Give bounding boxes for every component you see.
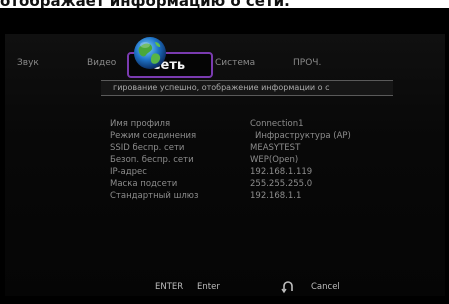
footer-hints: ENTER Enter Cancel xyxy=(5,280,445,294)
tab-system[interactable]: Система xyxy=(215,58,255,68)
info-label: IP-адрес xyxy=(110,167,147,177)
status-message: гирование успешно, отображение информаци… xyxy=(113,83,330,92)
tab-bar: Звук Видео Сеть Система ПРОЧ. xyxy=(5,37,445,78)
info-value: Инфраструктура (AP) xyxy=(255,131,351,141)
info-row-profile-name: Имя профиля Connection1 xyxy=(110,118,430,130)
globe-icon xyxy=(134,37,166,69)
cancel-button[interactable]: Cancel xyxy=(311,282,340,292)
tab-sound[interactable]: Звук xyxy=(17,58,39,68)
info-label: Безоп. беспр. сети xyxy=(110,155,194,165)
info-row-ip-address: IP-адрес 192.168.1.119 xyxy=(110,166,430,178)
info-row-ssid: SSID беспр. сети MEASYTEST xyxy=(110,142,430,154)
info-value: 192.168.1.1 xyxy=(250,191,302,201)
info-row-subnet-mask: Маска подсети 255.255.255.0 xyxy=(110,178,430,190)
info-row-default-gateway: Стандартный шлюз 192.168.1.1 xyxy=(110,190,430,202)
tab-video[interactable]: Видео xyxy=(87,58,116,68)
info-value: 192.168.1.119 xyxy=(250,167,313,177)
return-icon xyxy=(281,281,293,294)
tv-frame: Звук Видео Сеть Система ПРОЧ. гирование … xyxy=(0,8,449,304)
info-label: Стандартный шлюз xyxy=(110,191,199,201)
info-label: Маска подсети xyxy=(110,179,178,189)
info-value: 255.255.255.0 xyxy=(250,179,313,189)
enter-key-hint: ENTER xyxy=(155,282,184,292)
info-value: WEP(Open) xyxy=(250,155,299,165)
info-row-connection-mode: Режим соединения Инфраструктура (AP) xyxy=(110,130,430,142)
status-banner: гирование успешно, отображение информаци… xyxy=(101,80,393,96)
tab-misc[interactable]: ПРОЧ. xyxy=(293,58,321,68)
settings-screen: Звук Видео Сеть Система ПРОЧ. гирование … xyxy=(5,34,445,296)
info-value: Connection1 xyxy=(250,119,304,129)
info-row-security: Безоп. беспр. сети WEP(Open) xyxy=(110,154,430,166)
caption: отображает информацию о сети. xyxy=(0,0,449,8)
info-value: MEASYTEST xyxy=(250,143,301,153)
info-label: Имя профиля xyxy=(110,119,171,129)
info-label: Режим соединения xyxy=(110,131,197,141)
network-info-list: Имя профиля Connection1 Режим соединения… xyxy=(110,118,430,202)
info-label: SSID беспр. сети xyxy=(110,143,185,153)
enter-button[interactable]: Enter xyxy=(197,282,220,292)
